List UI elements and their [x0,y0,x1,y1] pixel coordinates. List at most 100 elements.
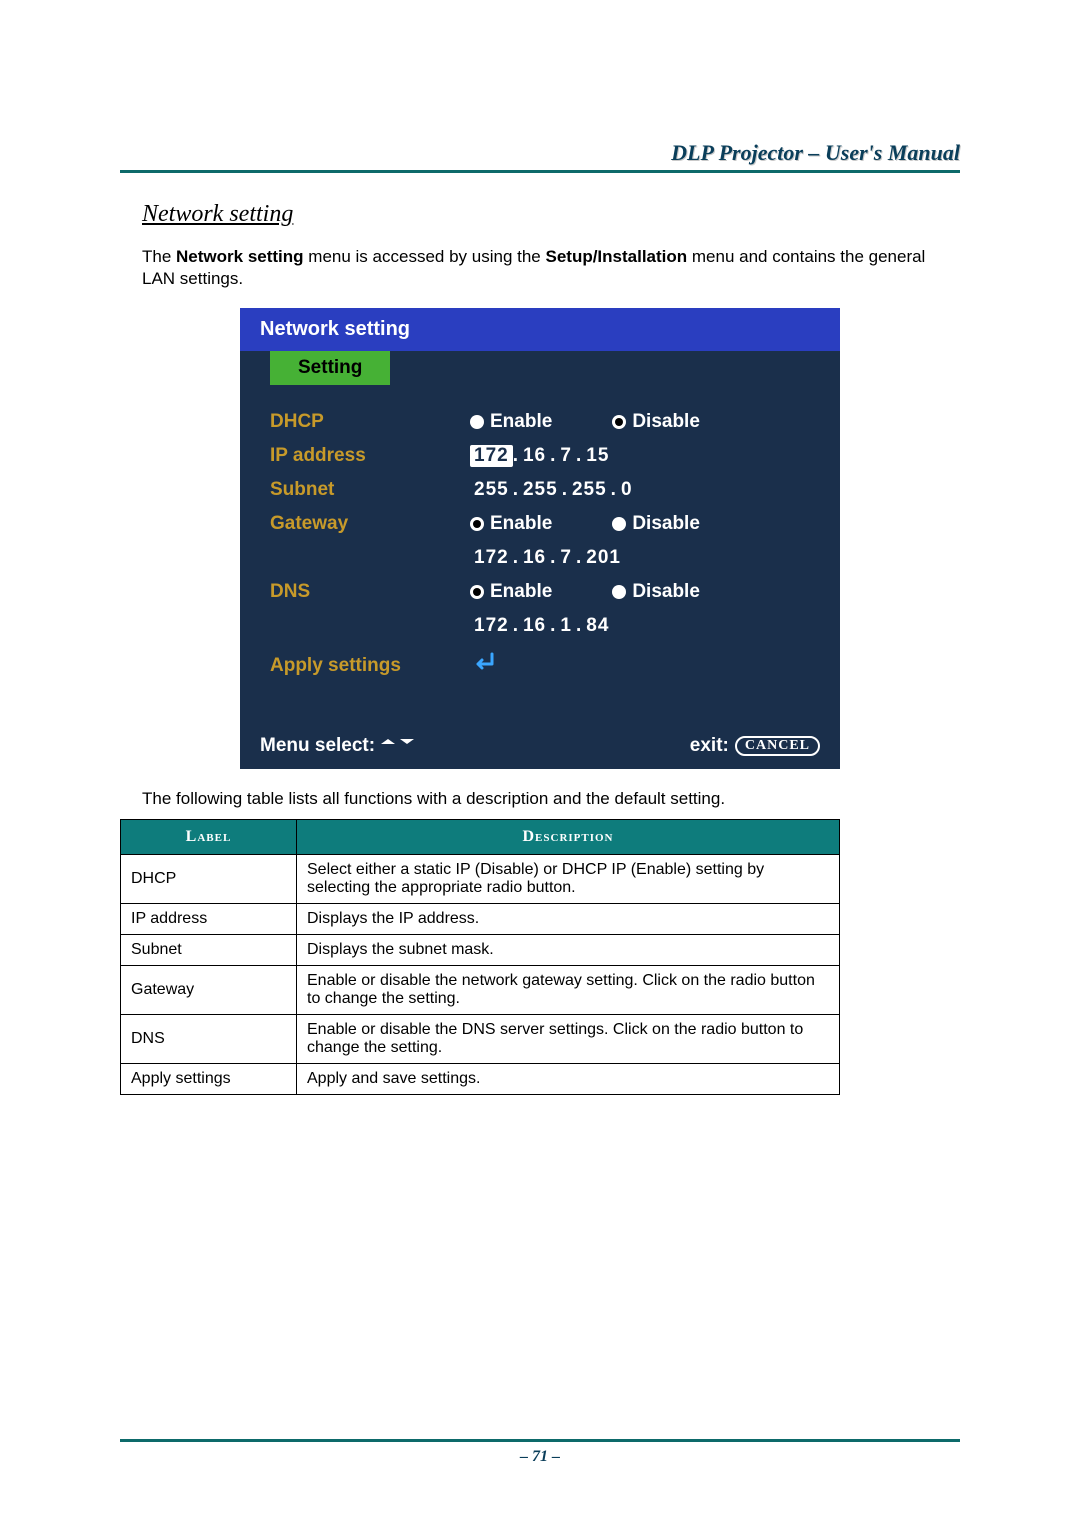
dns-octet-2[interactable]: 1 [556,615,576,637]
osd-label-ip: IP address [270,445,470,467]
table-row: DHCP Select either a static IP (Disable)… [121,855,840,904]
cell-desc: Enable or disable the network gateway se… [297,966,840,1015]
exit-label: exit: [690,735,729,757]
intro-bold-1: Network setting [176,247,304,266]
radio-dot-selected-icon [470,517,484,531]
table-row: Gateway Enable or disable the network ga… [121,966,840,1015]
ip-address-field[interactable]: 172 . 16 . 7 . 15 [470,445,810,467]
doc-header-title: DLP Projector – User's Manual [120,140,960,166]
cell-desc: Apply and save settings. [297,1064,840,1095]
footer-menu-select: Menu select: [260,735,414,757]
table-row: IP address Displays the IP address. [121,904,840,935]
osd-label-gateway: Gateway [270,513,470,535]
cell-label: Apply settings [121,1064,297,1095]
intro-text: The [142,247,176,266]
menu-select-label: Menu select: [260,735,375,757]
radio-dot-selected-icon [470,585,484,599]
radio-dot-icon [470,415,484,429]
subnet-field[interactable]: 255 . 255 . 255 . 0 [470,479,810,501]
dns-octet-3[interactable]: 84 [582,615,613,637]
dhcp-disable-radio[interactable]: Disable [612,411,700,433]
osd-vals-dns: Enable Disable [470,581,810,603]
ip-octet-1[interactable]: 16 [519,445,550,467]
dns-enable-radio[interactable]: Enable [470,581,552,603]
dns-octet-1[interactable]: 16 [519,615,550,637]
osd-tab-spacer [240,351,270,385]
subnet-octet-2[interactable]: 255 [568,479,611,501]
gateway-ip-field[interactable]: 172 . 16 . 7 . 201 [470,547,810,569]
footer-rule [120,1439,960,1442]
ip-octet-2[interactable]: 7 [556,445,576,467]
osd-row-subnet: Subnet 255 . 255 . 255 . 0 [270,473,810,507]
osd-row-dns: DNS Enable Disable [270,575,810,609]
dns-disable-radio[interactable]: Disable [612,581,700,603]
page: DLP Projector – User's Manual Network se… [0,0,1080,1528]
section-heading: Network setting [142,201,960,228]
gateway-octet-3[interactable]: 201 [582,547,625,569]
cell-desc: Displays the IP address. [297,904,840,935]
radio-dot-selected-icon [612,415,626,429]
enter-icon [470,652,496,680]
radio-dot-icon [612,517,626,531]
radio-label: Disable [632,513,700,535]
osd-row-apply: Apply settings [270,649,810,683]
osd-row-dhcp: DHCP Enable Disable [270,405,810,439]
cell-label: DNS [121,1015,297,1064]
cell-desc: Select either a static IP (Disable) or D… [297,855,840,904]
cell-desc: Enable or disable the DNS server setting… [297,1015,840,1064]
th-description: Description [297,820,840,855]
ip-octet-0[interactable]: 172 [470,445,513,467]
dhcp-enable-radio[interactable]: Enable [470,411,552,433]
gateway-octet-1[interactable]: 16 [519,547,550,569]
radio-label: Disable [632,581,700,603]
osd-label-dhcp: DHCP [270,411,470,433]
header-rule [120,170,960,173]
subnet-octet-1[interactable]: 255 [519,479,562,501]
cell-label: DHCP [121,855,297,904]
osd-title: Network setting [240,308,840,351]
radio-label: Enable [490,513,552,535]
dns-octet-0[interactable]: 172 [470,615,513,637]
gateway-octet-0[interactable]: 172 [470,547,513,569]
table-caption: The following table lists all functions … [142,789,960,809]
subnet-octet-0[interactable]: 255 [470,479,513,501]
osd-row-ip: IP address 172 . 16 . 7 . 15 [270,439,810,473]
gateway-enable-radio[interactable]: Enable [470,513,552,535]
ip-octet-3[interactable]: 15 [582,445,613,467]
page-number: – 71 – [0,1448,1080,1466]
gateway-disable-radio[interactable]: Disable [612,513,700,535]
osd-label-dns: DNS [270,581,470,603]
cell-label: IP address [121,904,297,935]
radio-label: Enable [490,411,552,433]
intro-paragraph: The Network setting menu is accessed by … [142,246,960,290]
osd-body: DHCP Enable Disable IP address 172 . [240,385,840,727]
osd-vals-gateway: Enable Disable [470,513,810,535]
radio-label: Disable [632,411,700,433]
intro-bold-2: Setup/Installation [545,247,687,266]
radio-label: Enable [490,581,552,603]
table-row: DNS Enable or disable the DNS server set… [121,1015,840,1064]
apply-settings-button[interactable] [470,652,810,680]
cell-desc: Displays the subnet mask. [297,935,840,966]
table-row: Apply settings Apply and save settings. [121,1064,840,1095]
intro-text: menu is accessed by using the [304,247,546,266]
osd-footer: Menu select: exit: CANCEL [240,727,840,769]
description-table: Label Description DHCP Select either a s… [120,819,840,1095]
osd-tab-row: Setting [240,351,840,385]
osd-vals-dhcp: Enable Disable [470,411,810,433]
osd-tab-setting[interactable]: Setting [270,351,390,385]
osd-label-subnet: Subnet [270,479,470,501]
gateway-octet-2[interactable]: 7 [556,547,576,569]
subnet-octet-3[interactable]: 0 [617,479,637,501]
osd-panel: Network setting Setting DHCP Enable Disa… [240,308,840,769]
osd-row-dns-ip: 172 . 16 . 1 . 84 [270,609,810,643]
osd-label-apply: Apply settings [270,655,470,677]
up-down-arrow-icon [381,735,414,757]
table-row: Subnet Displays the subnet mask. [121,935,840,966]
cell-label: Gateway [121,966,297,1015]
cancel-button[interactable]: CANCEL [735,736,820,756]
dns-ip-field[interactable]: 172 . 16 . 1 . 84 [470,615,810,637]
cell-label: Subnet [121,935,297,966]
th-label: Label [121,820,297,855]
osd-row-gateway: Gateway Enable Disable [270,507,810,541]
